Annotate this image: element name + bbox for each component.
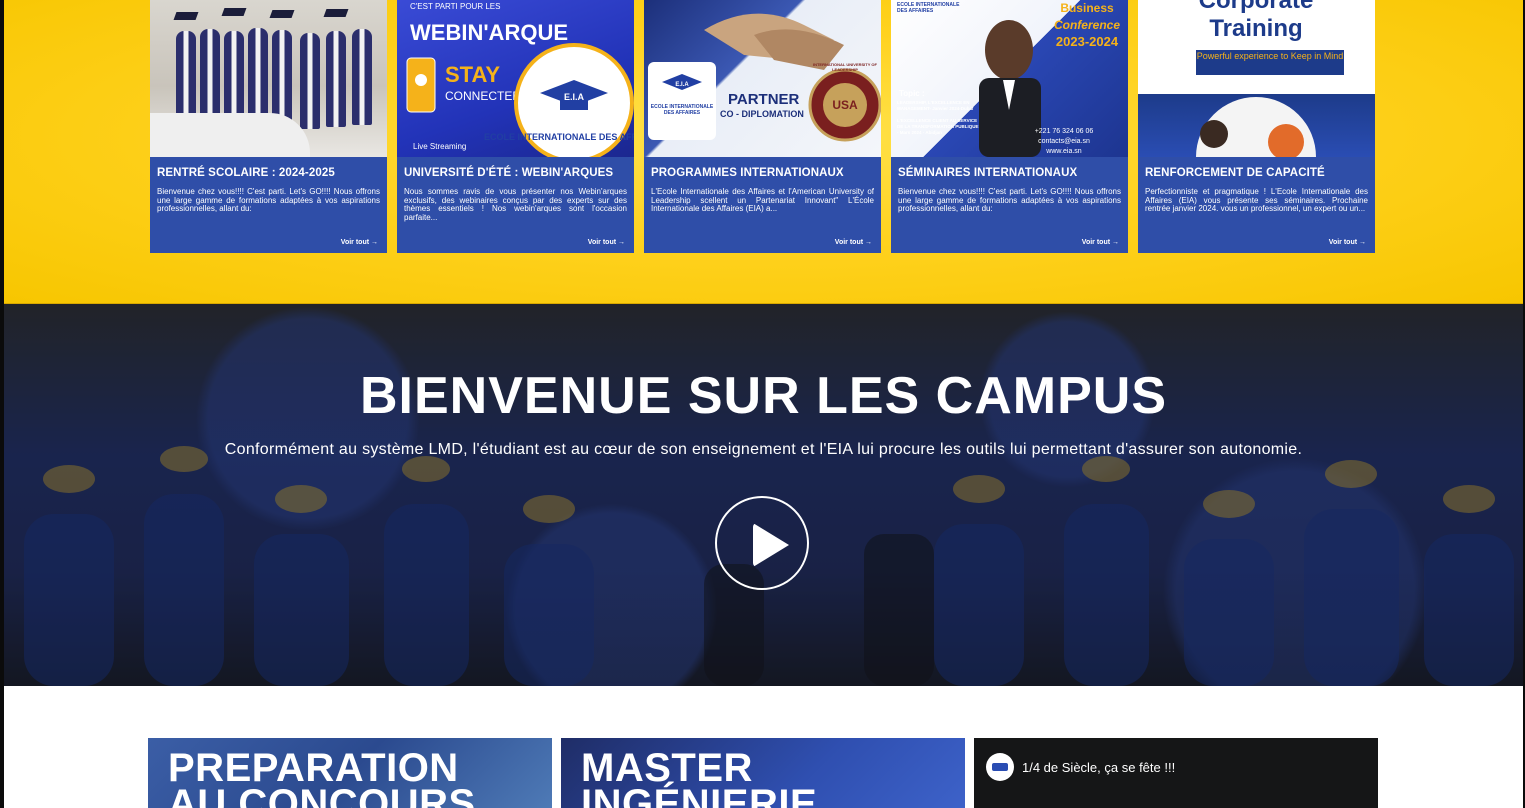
card-title: RENFORCEMENT DE CAPACITÉ — [1145, 167, 1325, 179]
news-section: RENTRÉ SCOLAIRE : 2024-2025 Bienvenue ch… — [4, 0, 1523, 304]
card-body: PROGRAMMES INTERNATIONAUX L'École Intern… — [644, 157, 881, 253]
graduate-figure — [272, 30, 292, 126]
poster-school: ECOLE INTERNATIONALE DES AFFAIRES — [650, 104, 714, 116]
channel-logo-icon[interactable] — [986, 753, 1014, 781]
card-body: UNIVERSITÉ D'ÉTÉ : WEBIN'ARQUES Nous som… — [397, 157, 634, 253]
card-excerpt: Perfectionniste et pragmatique ! L'Ecole… — [1145, 188, 1368, 214]
promo-title-line-1: PREPARATION — [168, 746, 459, 790]
graduation-cap-icon — [323, 9, 349, 17]
card-excerpt: Bienvenue chez vous!!!! C'est parti. Let… — [157, 188, 380, 214]
embedded-video[interactable]: 1/4 de Siècle, ça se fête !!! — [974, 738, 1378, 808]
card-excerpt: Bienvenue chez vous!!!! C'est parti. Let… — [898, 188, 1121, 214]
card-body: RENFORCEMENT DE CAPACITÉ Perfectionniste… — [1138, 157, 1375, 253]
campus-hero: BIENVENUE SUR LES CAMPUS Conformément au… — [4, 304, 1523, 686]
graduation-cap-icon — [269, 10, 295, 18]
promo-preparation-concours[interactable]: PREPARATION AU CONCOURS — [148, 738, 552, 808]
card-excerpt: Nous sommes ravis de vous présenter nos … — [404, 188, 627, 222]
poster-web: www.eia.sn — [1045, 148, 1082, 155]
card-image-corporate-training: Corporate Training Powerful experience t… — [1138, 0, 1375, 157]
promo-title: PREPARATION AU CONCOURS — [168, 746, 476, 808]
graduates-crowd-background — [24, 446, 1514, 686]
programs-section: PREPARATION AU CONCOURS MASTER INGÉNIERI… — [148, 738, 1378, 808]
poster-tagline: Powerful experience to Keep in Mind — [1196, 51, 1344, 61]
card-body: SÉMINAIRES INTERNATIONAUX Bienvenue chez… — [891, 157, 1128, 253]
promo-title-line-2: INGÉNIERIE — [581, 782, 818, 808]
poster-stay: STAY — [445, 62, 500, 87]
card-title: RENTRÉ SCOLAIRE : 2024-2025 — [157, 167, 335, 179]
play-icon — [753, 523, 789, 567]
graduation-cap-icon — [173, 12, 199, 20]
poster-codiplomation: CO - DIPLOMATION — [720, 109, 804, 119]
news-card-webinarques[interactable]: C'EST PARTI POUR LES WEBIN'ARQUE STAY CO… — [397, 0, 634, 253]
card-image-graduates — [150, 0, 387, 157]
see-all-link[interactable]: Voir tout → — [341, 239, 378, 246]
promo-title-line-2: AU CONCOURS — [168, 782, 476, 808]
corporate-training-poster: Corporate Training Powerful experience t… — [1196, 0, 1344, 157]
poster-title-1: Corporate — [1199, 0, 1314, 14]
poster-head: C'EST PARTI POUR LES — [410, 2, 500, 11]
card-image-webinarque: C'EST PARTI POUR LES WEBIN'ARQUE STAY CO… — [397, 0, 634, 157]
card-title: SÉMINAIRES INTERNATIONAUX — [898, 167, 1078, 179]
promo-title: MASTER INGÉNIERIE — [581, 746, 818, 808]
poster-school: ECOLE INTERNATIONALE DES AFFAIRES — [897, 2, 960, 14]
promo-master-ingenierie[interactable]: MASTER INGÉNIERIE — [561, 738, 965, 808]
video-header: 1/4 de Siècle, ça se fête !!! — [986, 753, 1175, 781]
card-body: RENTRÉ SCOLAIRE : 2024-2025 Bienvenue ch… — [150, 157, 387, 253]
card-image-conference: ECOLE INTERNATIONALE DES AFFAIRES Busine… — [891, 0, 1128, 157]
seal-text: INTERNATIONAL UNIVERSITY OF LEADERSHIP — [812, 62, 877, 72]
card-excerpt: L'École Internationale des Affaires et l… — [651, 188, 874, 214]
news-card-seminaires[interactable]: ECOLE INTERNATIONALE DES AFFAIRES Busine… — [891, 0, 1128, 253]
poster-topic: Topic : — [899, 89, 925, 98]
graduate-figure — [300, 33, 320, 129]
promo-title-line-1: MASTER — [581, 746, 753, 790]
graduation-cap-icon — [221, 8, 247, 16]
poster-phone: +221 76 324 06 06 — [1035, 128, 1094, 135]
card-title: PROGRAMMES INTERNATIONAUX — [651, 167, 844, 179]
graduate-figure — [352, 29, 372, 125]
graduate-figure — [200, 29, 220, 125]
see-all-link[interactable]: Voir tout → — [1329, 239, 1366, 246]
poster-connected: CONNECTED — [445, 89, 521, 103]
poster-business: Business — [1060, 1, 1114, 15]
graduate-figure — [326, 31, 346, 127]
graduate-figure — [248, 28, 268, 124]
play-video-button[interactable] — [715, 496, 809, 590]
see-all-link[interactable]: Voir tout → — [1082, 239, 1119, 246]
partnership-poster: E.I.A ECOLE INTERNATIONALE DES AFFAIRES … — [648, 13, 881, 142]
poster-eia: E.I.A — [675, 82, 689, 88]
poster-title-2: Training — [1209, 15, 1302, 42]
card-title: UNIVERSITÉ D'ÉTÉ : WEBIN'ARQUES — [404, 167, 614, 179]
poster-partner: PARTNER — [728, 91, 800, 108]
webinarque-poster: C'EST PARTI POUR LES WEBIN'ARQUE STAY CO… — [406, 2, 634, 157]
video-title[interactable]: 1/4 de Siècle, ça se fête !!! — [1022, 760, 1175, 775]
poster-eia: E.I.A — [564, 92, 585, 102]
news-card-renforcement[interactable]: Corporate Training Powerful experience t… — [1138, 0, 1375, 253]
poster-usa: USA — [832, 98, 858, 112]
news-cards: RENTRÉ SCOLAIRE : 2024-2025 Bienvenue ch… — [150, 0, 1375, 253]
see-all-link[interactable]: Voir tout → — [588, 239, 625, 246]
hero-title: BIENVENUE SUR LES CAMPUS — [360, 367, 1167, 425]
news-card-rentree[interactable]: RENTRÉ SCOLAIRE : 2024-2025 Bienvenue ch… — [150, 0, 387, 253]
news-card-programmes[interactable]: E.I.A ECOLE INTERNATIONALE DES AFFAIRES … — [644, 0, 881, 253]
poster-conference: Conference — [1054, 18, 1120, 32]
see-all-link[interactable]: Voir tout → — [835, 239, 872, 246]
poster-title: WEBIN'ARQUE — [410, 20, 568, 45]
poster-topic-2: L'EXCELLENCE CLIENT AU SERVICE DE LA TRA… — [897, 118, 979, 135]
poster-topic-1: LEADERSHIP, L'EXCELLENCE EN MANAGEMENT- … — [897, 100, 974, 111]
poster-stream: Live Streaming — [413, 142, 466, 151]
poster-year: 2023-2024 — [1056, 34, 1119, 49]
reception-desk — [150, 113, 310, 157]
conference-poster: ECOLE INTERNATIONALE DES AFFAIRES Busine… — [897, 1, 1120, 157]
hero-subtitle: Conformément au système LMD, l'étudiant … — [224, 441, 1303, 458]
poster-school: ECOLE INTERNATIONALE DES AFFAIRES — [484, 132, 634, 142]
card-image-partnership: E.I.A ECOLE INTERNATIONALE DES AFFAIRES … — [644, 0, 881, 157]
poster-mail: contacts@eia.sn — [1038, 138, 1090, 145]
